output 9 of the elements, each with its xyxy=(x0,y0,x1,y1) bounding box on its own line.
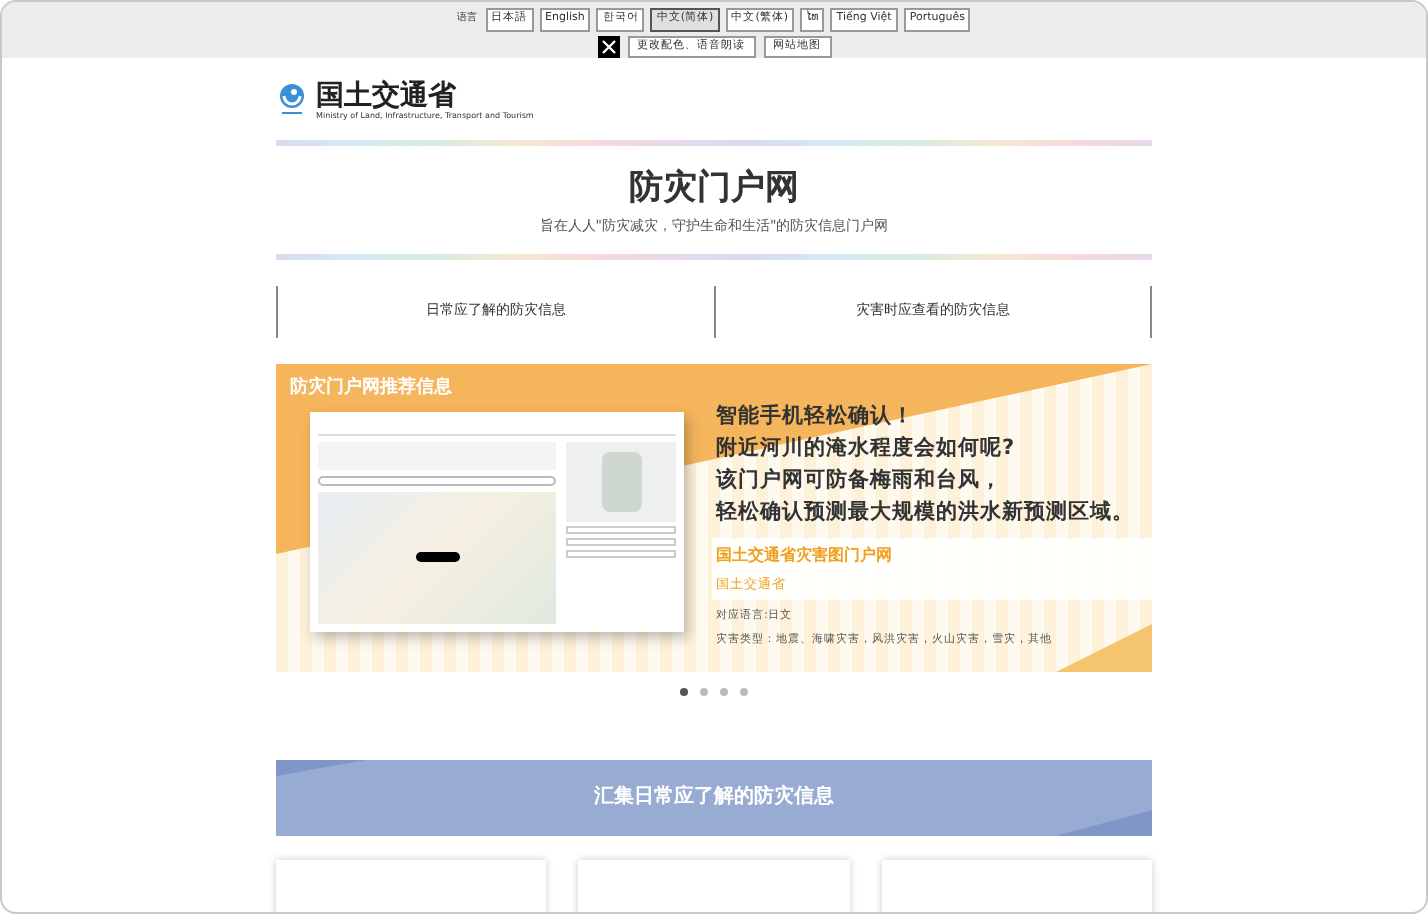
page-title: 防灾门户网 xyxy=(627,172,801,206)
section-title: 汇集日常应了解的防灾信息 xyxy=(594,782,834,812)
corner-triangle xyxy=(1056,623,1152,671)
corner-triangle xyxy=(276,759,366,775)
corner-triangle xyxy=(1056,809,1152,835)
ministry-logo-icon xyxy=(276,82,308,118)
logo-title: 国土交通省 xyxy=(316,81,458,109)
x-logo-icon[interactable] xyxy=(597,35,619,58)
recommendation-label: 防灾门户网推荐信息 xyxy=(290,375,452,401)
